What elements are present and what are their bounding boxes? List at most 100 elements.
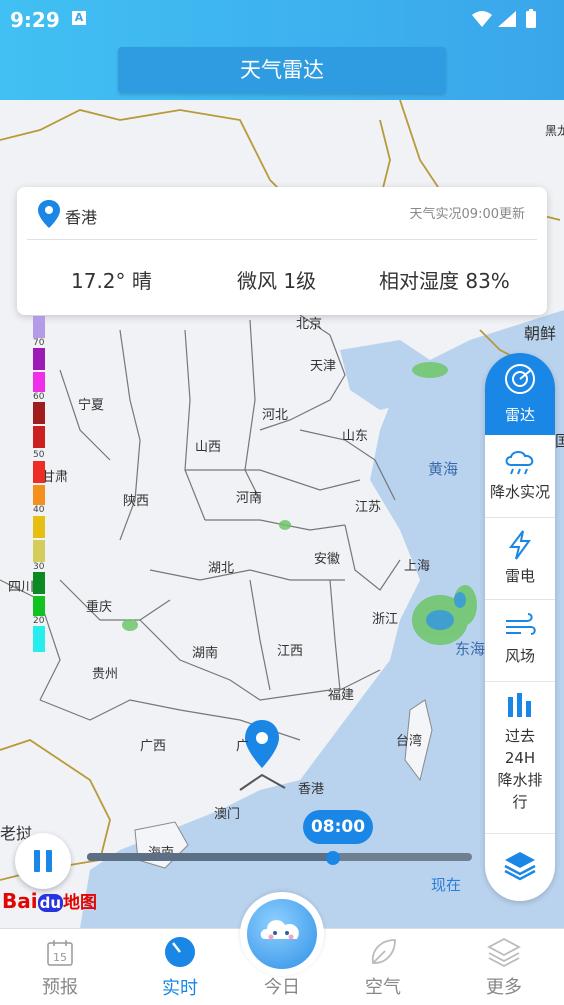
update-time: 天气实况09:00更新 <box>409 207 525 222</box>
battery-icon <box>526 11 536 28</box>
precip-ranking-button[interactable]: 过去 24H 降水排 行 <box>485 681 555 831</box>
legend-segment <box>33 461 45 483</box>
precip-live-label: 降水实况 <box>489 483 550 501</box>
temperature-value: 17.2° 晴 <box>71 269 152 293</box>
lightning-icon <box>509 530 531 560</box>
map-label: 北京 <box>296 317 323 332</box>
legend-label: 40 <box>33 505 45 515</box>
precip-live-button[interactable]: 降水实况 <box>485 435 555 517</box>
radar-echo <box>412 362 448 378</box>
map-label: 安徽 <box>314 552 341 567</box>
notification-icon: A <box>72 11 86 25</box>
lightning-button[interactable]: 雷电 <box>485 517 555 599</box>
nav-air-label: 空气 <box>365 977 401 998</box>
now-label: 现在 <box>431 876 462 894</box>
map-label: 四川 <box>8 580 35 595</box>
legend-segment <box>33 516 45 538</box>
baidu-text: Bai <box>2 889 38 913</box>
legend-segment <box>33 316 45 338</box>
ranking-line: 行 <box>512 793 528 811</box>
map-label: 浙江 <box>372 612 399 627</box>
divider <box>27 239 537 240</box>
legend-label: 60 <box>33 392 45 402</box>
map-label: 国 <box>555 432 564 450</box>
calendar-number: 15 <box>53 951 67 964</box>
legend-segment <box>33 485 45 505</box>
map-label: 澳门 <box>214 807 241 822</box>
weather-info-card: 香港 天气实况09:00更新 17.2° 晴 微风 1级 相对湿度 83% <box>17 187 547 315</box>
map-label: 湖北 <box>208 561 235 576</box>
leaf-icon <box>371 939 396 964</box>
radar-legend: 70 60 50 40 30 20 <box>33 316 45 652</box>
map-label: 甘肃 <box>42 470 69 485</box>
location-name[interactable]: 香港 <box>65 204 97 228</box>
layers-icon <box>504 852 536 881</box>
nav-forecast[interactable]: 15 预报 <box>20 929 100 999</box>
map-label: 朝鲜 <box>524 324 557 343</box>
radar-echo <box>122 619 138 631</box>
wind-value: 微风 1级 <box>237 269 317 293</box>
radar-button[interactable]: 雷达 <box>485 353 555 435</box>
nav-air[interactable]: 空气 <box>343 929 423 999</box>
legend-label: 20 <box>33 616 45 626</box>
map-label: 陕西 <box>123 494 150 509</box>
map-label: 河南 <box>236 491 263 506</box>
map-label: 天津 <box>310 359 337 374</box>
pause-button[interactable] <box>15 833 71 889</box>
radar-echo <box>454 592 466 608</box>
map-label: 湖南 <box>192 646 219 661</box>
legend-segment <box>33 626 45 652</box>
nav-forecast-label: 预报 <box>42 977 78 998</box>
wind-icon <box>506 613 536 635</box>
map-label: 山西 <box>195 440 222 455</box>
stack-icon <box>487 937 521 968</box>
nav-realtime[interactable]: 实时 <box>140 929 220 1000</box>
ranking-line: 降水排 <box>497 771 543 789</box>
map-label: 黑龙 <box>545 124 564 138</box>
status-time: 9:29 <box>10 8 60 32</box>
map-label: 香港 <box>298 782 325 797</box>
location-pin-icon <box>38 200 60 228</box>
timeline-progress <box>87 853 333 861</box>
page-title: 天气雷达 <box>118 47 446 93</box>
baidu-du: du <box>37 894 64 912</box>
legend-segment <box>33 596 45 616</box>
calendar-icon: 15 <box>47 940 73 966</box>
lightning-label: 雷电 <box>504 567 535 585</box>
legend-segment <box>33 402 45 424</box>
time-indicator: 08:00 <box>303 810 373 844</box>
legend-segment <box>33 540 45 562</box>
legend-segment <box>33 426 45 448</box>
nav-more-label: 更多 <box>486 977 522 998</box>
map-label: 江苏 <box>355 500 382 515</box>
humidity-value: 相对湿度 83% <box>379 269 510 293</box>
bar-chart-icon <box>508 693 531 717</box>
layers-button[interactable] <box>485 833 555 901</box>
map-label: 东海 <box>455 640 486 658</box>
nav-realtime-label: 实时 <box>162 978 198 999</box>
nav-today-label: 今日 <box>264 977 300 998</box>
radar-echo <box>279 520 291 530</box>
pause-icon <box>34 850 52 872</box>
layer-side-panel: 雷达 降水实况 雷电 风场 过去 24H 降水排 行 <box>485 353 555 901</box>
map-label: 广西 <box>140 739 167 754</box>
ranking-line: 24H <box>504 749 536 767</box>
radar-echo <box>426 610 454 630</box>
legend-label: 70 <box>33 338 45 348</box>
wifi-icon <box>472 11 492 27</box>
wind-field-button[interactable]: 风场 <box>485 599 555 681</box>
wind-field-label: 风场 <box>504 647 535 665</box>
map-label: 重庆 <box>86 600 113 615</box>
clock-icon <box>165 937 195 967</box>
signal-icon <box>498 11 516 27</box>
timeline-thumb[interactable] <box>326 851 340 865</box>
map-pin-icon <box>245 720 279 768</box>
mascot-icon[interactable] <box>247 899 317 969</box>
nav-more[interactable]: 更多 <box>464 929 544 999</box>
map-label: 上海 <box>404 559 431 574</box>
ranking-line: 过去 <box>504 727 535 745</box>
map-label: 山东 <box>342 429 369 444</box>
mascot-face <box>260 920 299 940</box>
baidu-map-logo: Bai du 地图 <box>2 888 97 913</box>
map-label: 贵州 <box>92 667 119 682</box>
